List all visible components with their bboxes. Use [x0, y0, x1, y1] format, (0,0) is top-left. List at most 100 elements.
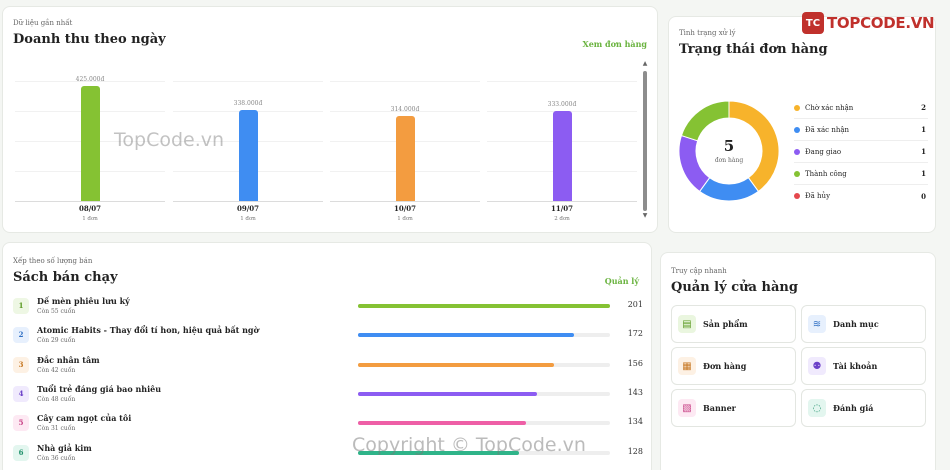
donut-slice-4[interactable] — [680, 100, 730, 142]
donut-slice-1[interactable] — [728, 100, 780, 193]
book-title: Cây cam ngọt của tôi — [37, 413, 132, 424]
status-count: 1 — [921, 147, 926, 156]
book-title: Atomic Habits - Thay đổi tí hon, hiệu qu… — [37, 325, 259, 336]
revenue-date-label: 09/07 — [236, 204, 260, 213]
book-stock: Còn 42 cuốn — [37, 366, 76, 374]
book-title: Tuổi trẻ đáng giá bao nhiêu — [37, 383, 162, 394]
revenue-bar[interactable] — [239, 110, 258, 201]
quick-button-label: Đánh giá — [833, 403, 874, 413]
quick-button-label: Danh mục — [833, 319, 879, 329]
status-count: 1 — [921, 169, 926, 178]
revenue-date-label: 11/07 — [550, 204, 574, 213]
book-stock: Còn 36 cuốn — [37, 454, 76, 462]
bestseller-row[interactable]: 4 Tuổi trẻ đáng giá bao nhiêu Còn 48 cuốn 1… — [13, 383, 643, 412]
chart-baseline — [15, 201, 165, 202]
revenue-column-11-07: 333.000đ 11/07 2 đơn — [487, 61, 637, 222]
revenue-card: Dữ liệu gần nhất Doanh thu theo ngày Xem… — [2, 6, 658, 233]
donut-total-label: đơn hàng — [715, 157, 744, 164]
revenue-bar[interactable] — [396, 116, 415, 201]
revenue-bar[interactable] — [81, 86, 100, 201]
chat-icon: ◌ — [808, 399, 826, 417]
layers-icon: ≋ — [808, 315, 826, 333]
donut-slice-3[interactable] — [678, 134, 711, 193]
chart-baseline — [330, 201, 480, 202]
sales-progress-track — [358, 362, 610, 367]
quick-button-label: Banner — [703, 403, 736, 413]
rank-badge: 4 — [13, 385, 29, 402]
revenue-value-label: 333.000đ — [547, 101, 577, 108]
copyright-watermark: Copyright © TopCode.vn — [352, 434, 586, 456]
quick-button-label: Tài khoản — [833, 361, 878, 371]
revenue-order-count: 1 đơn — [82, 216, 98, 222]
status-count: 1 — [921, 125, 926, 134]
rank-badge: 3 — [13, 356, 29, 373]
status-legend: Chờ xác nhận 2 Đã xác nhận 1 Đang giao 1 Thành… — [794, 97, 928, 207]
sold-count: 143 — [627, 387, 643, 397]
donut-slice-2[interactable] — [698, 176, 760, 202]
chart-baseline — [487, 201, 637, 202]
revenue-header: Dữ liệu gần nhất Doanh thu theo ngày — [13, 19, 166, 47]
sold-count: 156 — [627, 358, 643, 368]
scrollbar-thumb[interactable] — [643, 71, 647, 211]
bestsellers-title: Sách bán chạy — [13, 270, 118, 285]
chart-gridline — [487, 81, 637, 82]
revenue-date-label: 10/07 — [393, 204, 417, 213]
status-legend-row: Chờ xác nhận 2 — [794, 97, 928, 119]
quick-button-4[interactable]: ⚉ Tài khoản — [801, 347, 926, 385]
image-icon: ▧ — [678, 399, 696, 417]
chart-gridline — [330, 81, 480, 82]
quick-eyebrow: Truy cập nhanh — [671, 267, 727, 275]
status-legend-row: Thành công 1 — [794, 163, 928, 185]
sales-progress-track — [358, 391, 610, 396]
sales-progress-fill — [358, 304, 610, 308]
book-stock: Còn 31 cuốn — [37, 425, 76, 433]
manage-link[interactable]: Quản lý — [605, 276, 639, 286]
status-label: Đã hủy — [805, 192, 831, 200]
revenue-value-label: 425.000đ — [75, 76, 105, 83]
book-icon: ▤ — [678, 315, 696, 333]
receipt-icon: ▦ — [678, 357, 696, 375]
revenue-value-label: 314.000đ — [390, 106, 420, 113]
quick-button-3[interactable]: ▦ Đơn hàng — [671, 347, 796, 385]
revenue-scrollbar[interactable]: ▲ ▼ — [642, 61, 648, 219]
sales-progress-fill — [358, 362, 554, 367]
sold-count: 128 — [627, 446, 643, 456]
bestseller-row[interactable]: 3 Đắc nhân tâm Còn 42 cuốn 156 — [13, 354, 643, 383]
topcode-logo-badge: TC — [802, 12, 824, 34]
revenue-date-label: 08/07 — [78, 204, 102, 213]
bestseller-row[interactable]: 2 Atomic Habits - Thay đổi tí hon, hiệu q… — [13, 324, 643, 353]
status-legend-row: Đã xác nhận 1 — [794, 119, 928, 141]
rank-badge: 6 — [13, 444, 29, 461]
donut-total: 5 — [724, 137, 734, 155]
scroll-up-arrow[interactable]: ▲ — [642, 61, 648, 67]
revenue-bar[interactable] — [553, 111, 572, 201]
quick-button-2[interactable]: ≋ Danh mục — [801, 305, 926, 343]
book-title: Nhà giả kim — [37, 442, 92, 453]
bestseller-row[interactable]: 1 Dế mèn phiêu lưu ký Còn 55 cuốn 201 — [13, 295, 643, 324]
status-title: Trạng thái đơn hàng — [679, 42, 828, 57]
sales-progress-fill — [358, 391, 538, 396]
status-donut-chart: 5 đơn hàng — [678, 100, 780, 202]
status-count: 2 — [921, 103, 926, 112]
status-color-dot — [794, 193, 800, 199]
users-icon: ⚉ — [808, 357, 826, 375]
quick-button-6[interactable]: ◌ Đánh giá — [801, 389, 926, 427]
bestsellers-header: Xếp theo số lượng bán Sách bán chạy — [13, 257, 118, 285]
order-status-card: Tình trạng xử lý Trạng thái đơn hàng 5 đ… — [668, 16, 936, 233]
quick-button-label: Đơn hàng — [703, 361, 747, 371]
quick-button-1[interactable]: ▤ Sản phẩm — [671, 305, 796, 343]
sold-count: 201 — [627, 300, 643, 309]
chart-baseline — [173, 201, 323, 202]
sales-progress-track — [358, 333, 610, 338]
book-stock: Còn 55 cuốn — [37, 308, 76, 315]
revenue-column-10-07: 314.000đ 10/07 1 đơn — [330, 61, 480, 222]
status-label: Đang giao — [805, 147, 842, 156]
quick-access-card: Truy cập nhanh Quản lý cửa hàng ▤ Sản phẩ… — [660, 252, 936, 470]
topcode-logo: TC TOPCODE.VN — [802, 12, 935, 34]
revenue-value-label: 338.000đ — [233, 100, 263, 107]
watermark-text: TopCode.vn — [114, 129, 225, 151]
scroll-down-arrow[interactable]: ▼ — [642, 213, 648, 219]
status-color-dot — [794, 126, 800, 133]
view-orders-link[interactable]: Xem đơn hàng — [583, 39, 648, 49]
quick-button-5[interactable]: ▧ Banner — [671, 389, 796, 427]
